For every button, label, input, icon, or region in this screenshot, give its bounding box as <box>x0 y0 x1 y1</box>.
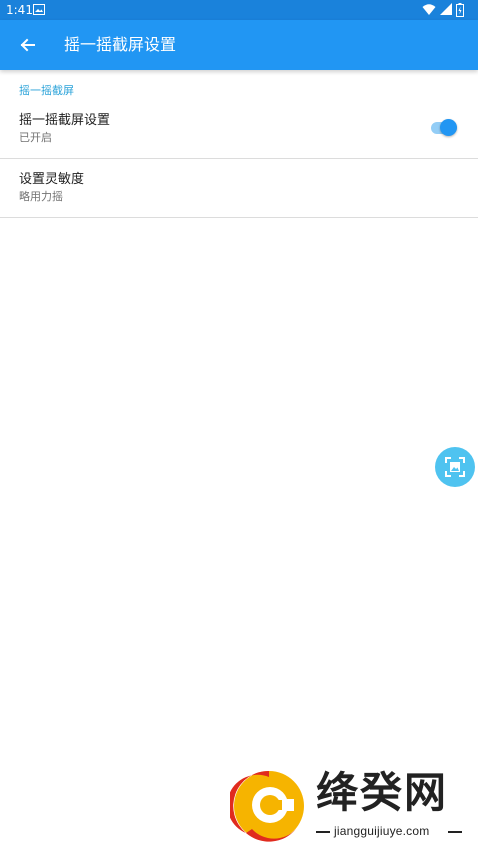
status-bar: 1:41 <box>0 0 478 20</box>
floating-screenshot-button[interactable] <box>435 447 475 487</box>
shake-screenshot-setting[interactable]: 摇一摇截屏设置 已开启 <box>0 101 478 159</box>
wifi-icon <box>422 4 436 15</box>
watermark-dash <box>448 831 462 833</box>
setting-title: 设置灵敏度 <box>19 172 85 187</box>
setting-summary: 已开启 <box>19 131 52 144</box>
watermark: 绛癸网 jiangguijiuye.com <box>230 765 476 845</box>
setting-title: 摇一摇截屏设置 <box>19 113 111 128</box>
divider <box>0 158 478 159</box>
section-header: 摇一摇截屏 <box>19 84 74 97</box>
watermark-logo-icon <box>230 770 304 842</box>
watermark-url: jiangguijiuye.com <box>334 824 430 838</box>
watermark-dash <box>316 831 330 833</box>
back-button[interactable] <box>14 31 42 59</box>
shake-toggle-switch[interactable] <box>430 117 460 139</box>
watermark-brand: 绛癸网 <box>316 768 449 817</box>
signal-icon <box>440 3 452 15</box>
toggle-thumb <box>440 119 457 136</box>
page-title: 摇一摇截屏设置 <box>64 35 177 54</box>
status-time: 1:41 <box>6 3 33 17</box>
screenshot-icon <box>445 457 465 477</box>
sensitivity-setting[interactable]: 设置灵敏度 略用力摇 <box>0 160 478 218</box>
arrow-left-icon <box>20 38 35 52</box>
image-icon <box>33 4 45 15</box>
app-bar: 摇一摇截屏设置 <box>0 20 478 70</box>
setting-summary: 略用力摇 <box>19 190 63 203</box>
divider <box>0 217 478 218</box>
battery-icon <box>456 3 464 17</box>
